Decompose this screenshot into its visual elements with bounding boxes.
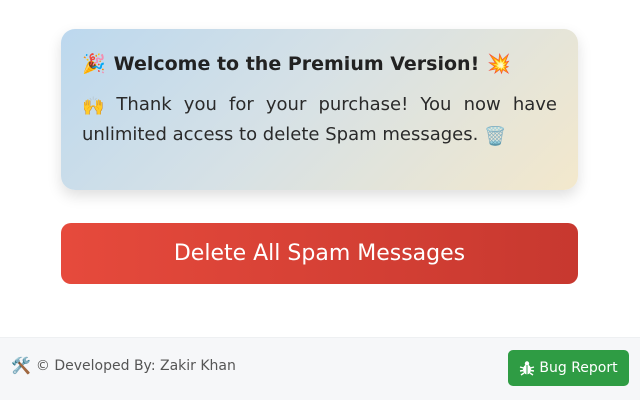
footer: 🛠️ © Developed By: Zakir Khan Bug Report bbox=[0, 337, 640, 400]
bug-report-button[interactable]: Bug Report bbox=[508, 350, 629, 386]
developer-credit-text: © Developed By: Zakir Khan bbox=[35, 358, 236, 374]
welcome-title-text: Welcome to the Premium Version! bbox=[113, 53, 480, 75]
collision-icon: 💥 bbox=[487, 52, 511, 75]
welcome-title: 🎉 Welcome to the Premium Version! 💥 bbox=[82, 51, 557, 77]
bug-icon bbox=[520, 361, 535, 376]
welcome-message: 🙌 Thank you for your purchase! You now ha… bbox=[82, 90, 557, 150]
trash-icon: 🗑️ bbox=[484, 126, 507, 147]
bug-report-label: Bug Report bbox=[539, 360, 618, 376]
delete-all-spam-button[interactable]: Delete All Spam Messages bbox=[61, 223, 578, 284]
party-popper-icon: 🎉 bbox=[82, 52, 106, 75]
tools-icon: 🛠️ bbox=[11, 356, 31, 375]
welcome-card: 🎉 Welcome to the Premium Version! 💥 🙌 Tha… bbox=[61, 29, 578, 190]
developer-credit: 🛠️ © Developed By: Zakir Khan bbox=[11, 356, 236, 375]
raised-hands-icon: 🙌 bbox=[82, 96, 105, 117]
